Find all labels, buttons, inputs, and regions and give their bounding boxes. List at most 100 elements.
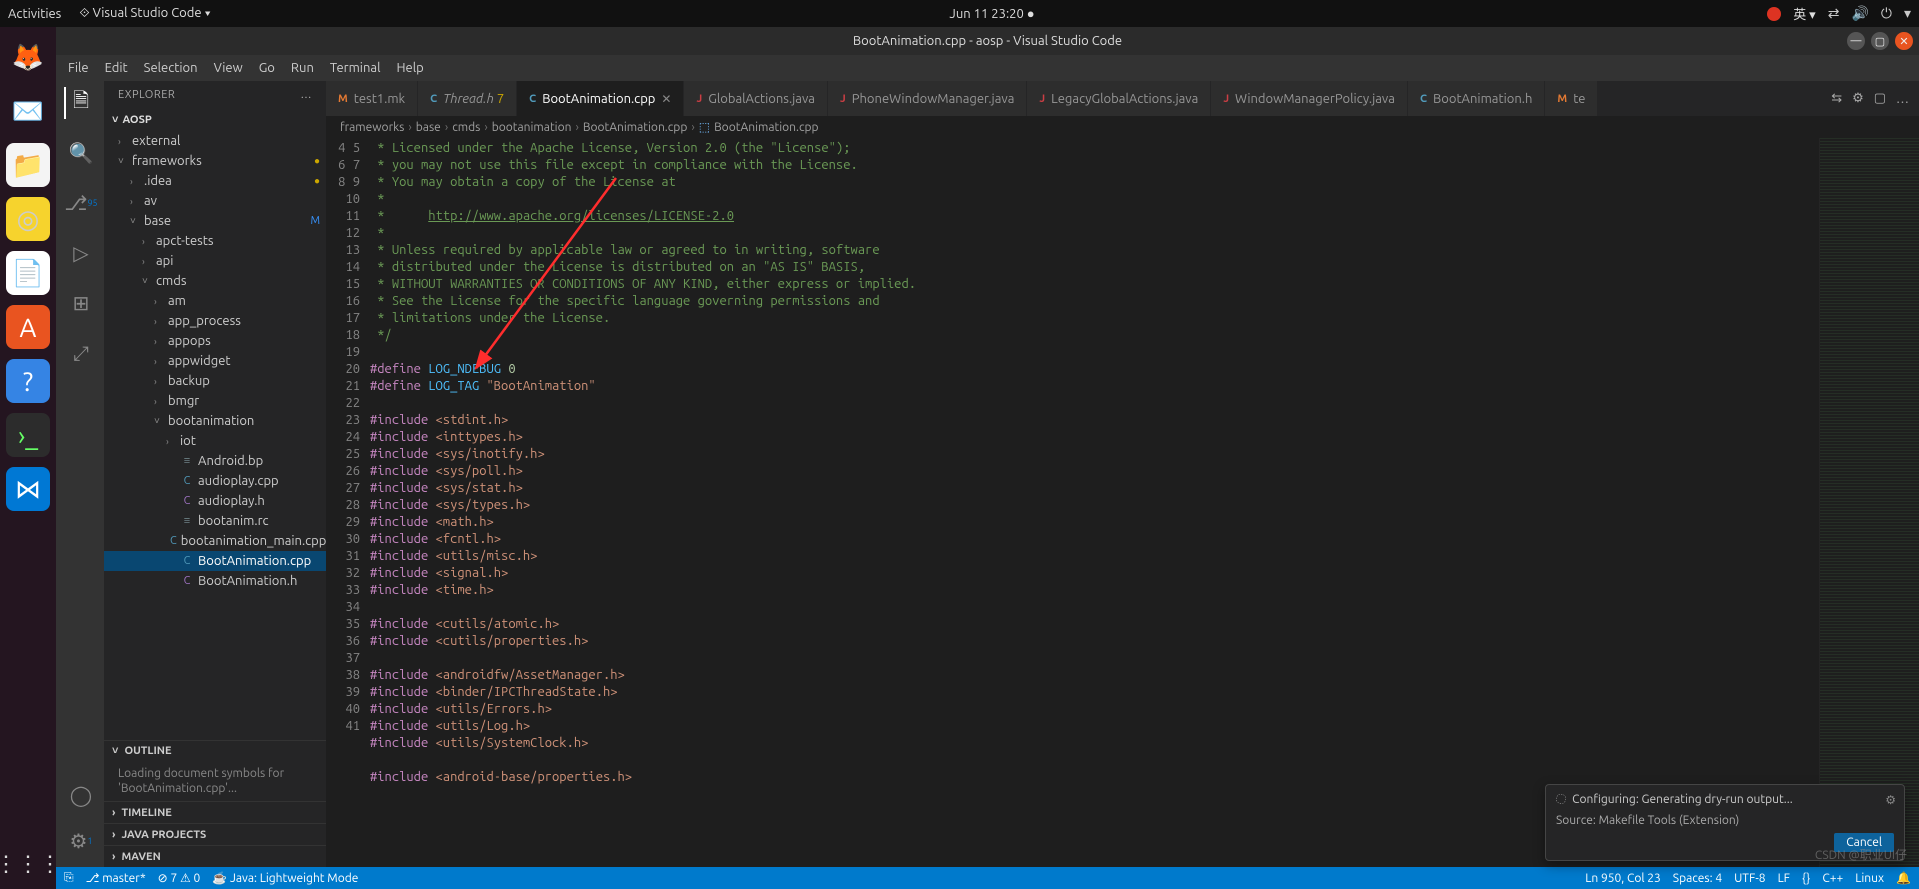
- dock-files-icon[interactable]: 📁: [6, 143, 50, 187]
- folder-base[interactable]: ˅baseM: [104, 211, 326, 231]
- folder-apct-tests[interactable]: ›apct-tests: [104, 231, 326, 251]
- tab-test1-mk[interactable]: Mtest1.mk: [326, 81, 418, 116]
- folder--idea[interactable]: ›.idea●: [104, 171, 326, 191]
- activity-search-icon[interactable]: 🔍: [64, 137, 96, 169]
- status-java-mode[interactable]: ☕ Java: Lightweight Mode: [212, 871, 358, 885]
- folder-backup[interactable]: ›backup: [104, 371, 326, 391]
- file-bootanimation_main-cpp[interactable]: C bootanimation_main.cpp: [104, 531, 326, 551]
- folder-iot[interactable]: ›iot: [104, 431, 326, 451]
- folder-av[interactable]: ›av: [104, 191, 326, 211]
- breadcrumb-segment[interactable]: BootAnimation.cpp: [583, 121, 688, 134]
- activity-remote-icon[interactable]: ⤢: [64, 337, 96, 369]
- folder-bmgr[interactable]: ›bmgr: [104, 391, 326, 411]
- menu-terminal[interactable]: Terminal: [324, 61, 387, 75]
- file-bootanim-rc[interactable]: ≡ bootanim.rc: [104, 511, 326, 531]
- menu-run[interactable]: Run: [285, 61, 320, 75]
- status-indent[interactable]: Spaces: 4: [1673, 872, 1722, 885]
- java-projects-section[interactable]: ›JAVA PROJECTS: [104, 823, 326, 845]
- language-indicator[interactable]: 英 ▾: [1793, 4, 1816, 23]
- tab-overflow-icon[interactable]: ⇆: [1831, 91, 1842, 106]
- timeline-section[interactable]: ›TIMELINE: [104, 801, 326, 823]
- status-cursor-pos[interactable]: Ln 950, Col 23: [1585, 872, 1661, 885]
- clock[interactable]: Jun 11 23:20 ●: [217, 6, 1767, 21]
- minimap[interactable]: [1819, 138, 1919, 867]
- dock-software-icon[interactable]: A: [6, 305, 50, 349]
- breadcrumb-segment[interactable]: bootanimation: [492, 121, 572, 134]
- tab-bootanimation-cpp[interactable]: CBootAnimation.cpp ✕: [517, 81, 684, 116]
- more-actions-icon[interactable]: …: [1896, 92, 1909, 106]
- tab-close-icon[interactable]: ✕: [661, 92, 671, 106]
- menu-help[interactable]: Help: [390, 61, 429, 75]
- activity-explorer-icon[interactable]: 🗎: [64, 87, 96, 119]
- folder-am[interactable]: ›am: [104, 291, 326, 311]
- menu-view[interactable]: View: [208, 61, 249, 75]
- show-apps-icon[interactable]: ⋮⋮⋮: [0, 851, 61, 877]
- dock-thunderbird-icon[interactable]: ✉️: [6, 89, 50, 133]
- window-minimize-button[interactable]: —: [1847, 32, 1865, 50]
- split-editor-icon[interactable]: ▢: [1874, 91, 1886, 106]
- activity-extensions-icon[interactable]: ⊞: [64, 287, 96, 319]
- network-icon[interactable]: ⇄: [1828, 5, 1840, 22]
- system-menu-icon[interactable]: ▾: [1904, 5, 1911, 22]
- notification-gear-icon[interactable]: ⚙: [1885, 793, 1896, 807]
- status-eol[interactable]: LF: [1778, 872, 1790, 885]
- status-language[interactable]: C++: [1822, 872, 1843, 885]
- file-bootanimation-h[interactable]: C BootAnimation.h: [104, 571, 326, 591]
- breadcrumb-segment[interactable]: base: [416, 121, 441, 134]
- activity-settings-icon[interactable]: ⚙1: [64, 825, 96, 857]
- breadcrumb-segment[interactable]: cmds: [452, 121, 480, 134]
- dock-vscode-icon[interactable]: ⋈: [6, 467, 50, 511]
- window-maximize-button[interactable]: ▢: [1871, 32, 1889, 50]
- menu-go[interactable]: Go: [253, 61, 281, 75]
- run-config-icon[interactable]: ⚙: [1852, 91, 1864, 106]
- folder-cmds[interactable]: ˅cmds: [104, 271, 326, 291]
- activity-scm-icon[interactable]: ⎇95: [64, 187, 96, 219]
- code-content[interactable]: * Licensed under the Apache License, Ver…: [370, 138, 1819, 867]
- tab-phonewindowmanager-java[interactable]: JPhoneWindowManager.java: [828, 81, 1027, 116]
- folder-frameworks[interactable]: ˅frameworks●: [104, 151, 326, 171]
- dock-rhythmbox-icon[interactable]: ◎: [6, 197, 50, 241]
- activities-button[interactable]: Activities: [8, 7, 61, 21]
- menu-edit[interactable]: Edit: [99, 61, 134, 75]
- notification-dot-icon[interactable]: [1767, 7, 1781, 21]
- breadcrumb-segment[interactable]: frameworks: [340, 121, 404, 134]
- file-audioplay-h[interactable]: C audioplay.h: [104, 491, 326, 511]
- project-root[interactable]: ˅AOSP: [104, 109, 326, 131]
- tab-te[interactable]: Mte: [1545, 81, 1598, 116]
- file-android-bp[interactable]: ≡ Android.bp: [104, 451, 326, 471]
- power-icon[interactable]: ⏻: [1881, 5, 1892, 22]
- menu-file[interactable]: File: [62, 61, 95, 75]
- folder-app_process[interactable]: ›app_process: [104, 311, 326, 331]
- status-problems[interactable]: ⊘ 7 ⚠ 0: [158, 871, 201, 885]
- tab-globalactions-java[interactable]: JGlobalActions.java: [684, 81, 828, 116]
- status-branch[interactable]: ⎇ master*: [86, 871, 146, 885]
- dock-help-icon[interactable]: ?: [6, 359, 50, 403]
- breadcrumb[interactable]: frameworks›base›cmds›bootanimation›BootA…: [326, 116, 1919, 138]
- tab-bootanimation-h[interactable]: CBootAnimation.h: [1408, 81, 1545, 116]
- folder-api[interactable]: ›api: [104, 251, 326, 271]
- outline-section[interactable]: ˅OUTLINE: [104, 740, 326, 762]
- dock-firefox-icon[interactable]: 🦊: [6, 35, 50, 79]
- status-os[interactable]: Linux: [1855, 872, 1884, 885]
- status-remote-icon[interactable]: ⎘: [64, 871, 74, 885]
- file-bootanimation-cpp[interactable]: C BootAnimation.cpp: [104, 551, 326, 571]
- menu-selection[interactable]: Selection: [138, 61, 204, 75]
- tab-windowmanagerpolicy-java[interactable]: JWindowManagerPolicy.java: [1211, 81, 1408, 116]
- folder-appwidget[interactable]: ›appwidget: [104, 351, 326, 371]
- volume-icon[interactable]: 🔊: [1851, 5, 1868, 22]
- status-bell[interactable]: 🔔: [1896, 871, 1911, 885]
- folder-appops[interactable]: ›appops: [104, 331, 326, 351]
- activity-run-icon[interactable]: ▷: [64, 237, 96, 269]
- dock-terminal-icon[interactable]: ›_: [6, 413, 50, 457]
- folder-bootanimation[interactable]: ˅bootanimation: [104, 411, 326, 431]
- folder-external[interactable]: ›external: [104, 131, 326, 151]
- app-menu[interactable]: ⟐ Visual Studio Code ▾: [73, 6, 217, 21]
- status-encoding[interactable]: UTF-8: [1734, 872, 1765, 885]
- maven-section[interactable]: ›MAVEN: [104, 845, 326, 867]
- tab-legacyglobalactions-java[interactable]: JLegacyGlobalActions.java: [1027, 81, 1211, 116]
- file-audioplay-cpp[interactable]: C audioplay.cpp: [104, 471, 326, 491]
- window-close-button[interactable]: ✕: [1895, 32, 1913, 50]
- activity-account-icon[interactable]: ◯: [64, 779, 96, 811]
- status-bracket[interactable]: {}: [1802, 872, 1810, 885]
- dock-libreoffice-icon[interactable]: 📄: [6, 251, 50, 295]
